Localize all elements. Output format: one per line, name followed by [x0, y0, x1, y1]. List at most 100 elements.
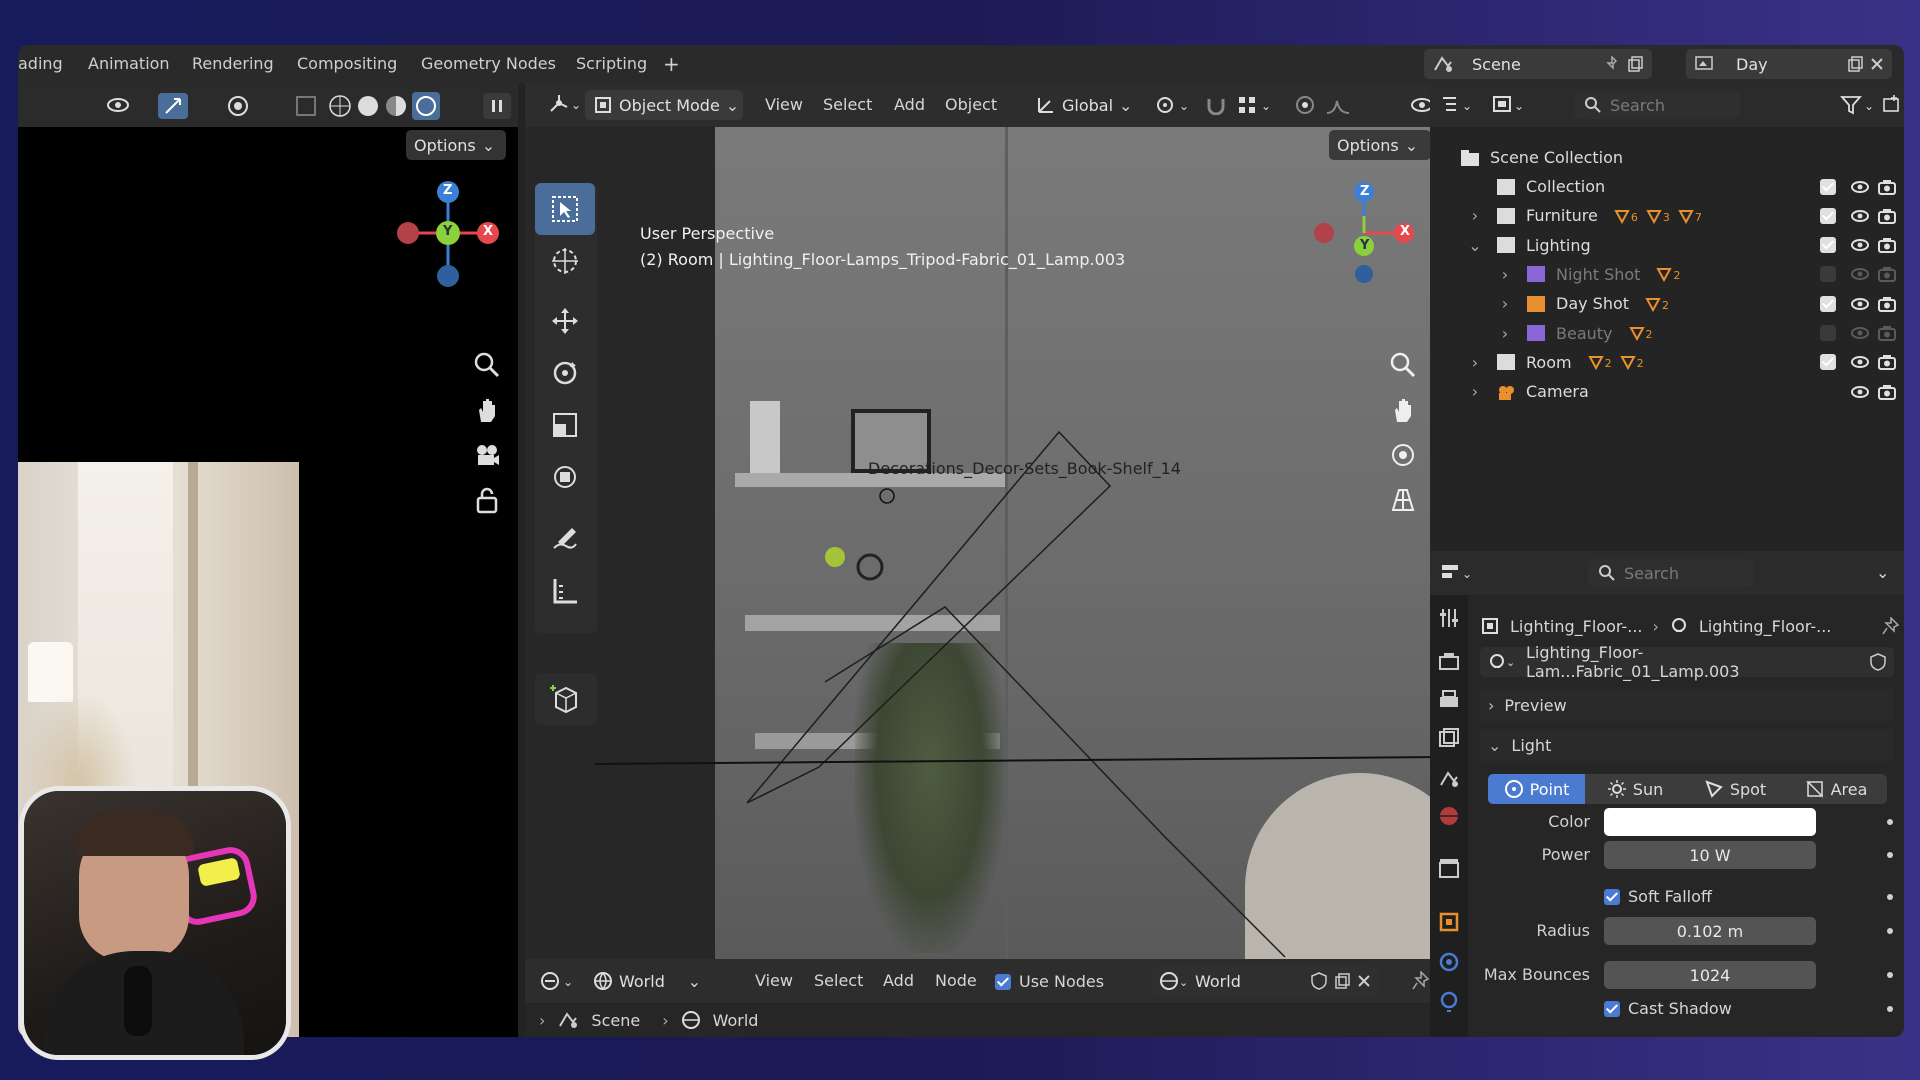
eye-hidden-icon[interactable]	[1850, 266, 1870, 282]
properties-search-input[interactable]: Search	[1588, 559, 1754, 587]
exclude-checkbox[interactable]	[1820, 354, 1836, 371]
outliner-row-night-shot[interactable]: › Night Shot 2	[1430, 260, 1904, 289]
expand-chevron-icon[interactable]: ⌄	[1466, 236, 1484, 255]
menu-view[interactable]: View	[755, 971, 793, 990]
main-viewport[interactable]: ⌄ Object Mode ⌄ View Select Add Object G…	[525, 83, 1475, 963]
menu-view[interactable]: View	[765, 95, 803, 114]
collapse-chevron-icon[interactable]: ›	[1496, 324, 1514, 343]
menu-node[interactable]: Node	[935, 971, 977, 990]
breadcrumb-light-data[interactable]: Lighting_Floor-...	[1699, 617, 1831, 636]
eye-icon[interactable]	[1850, 384, 1870, 400]
outliner-row-camera[interactable]: › Camera	[1430, 377, 1904, 406]
child-count-badge[interactable]: 2	[1656, 266, 1680, 283]
select-box-tool[interactable]	[535, 183, 595, 235]
collection-tab-icon[interactable]	[1438, 857, 1460, 879]
orbit-icon[interactable]	[1389, 441, 1417, 469]
radius-field[interactable]: 0.102 m	[1604, 917, 1816, 945]
keyframe-dot-icon[interactable]	[1887, 972, 1893, 978]
editor-type-icon[interactable]: ⌄	[1440, 94, 1480, 116]
eye-icon[interactable]	[1850, 179, 1870, 195]
lock-icon[interactable]	[475, 486, 499, 514]
preview-panel-header[interactable]: › Preview	[1480, 689, 1894, 721]
tab-rendering[interactable]: Rendering	[192, 45, 274, 83]
render-camera-icon[interactable]	[1878, 325, 1896, 341]
breadcrumb-scene[interactable]: Scene	[591, 1011, 640, 1030]
new-scene-icon[interactable]	[1626, 55, 1644, 73]
left-options-dropdown[interactable]: Options ⌄	[406, 130, 506, 160]
snap-icon[interactable]	[1205, 95, 1227, 115]
light-type-point[interactable]: Point	[1488, 774, 1585, 804]
xray-icon[interactable]	[294, 94, 318, 118]
render-camera-icon[interactable]	[1878, 208, 1896, 224]
child-count-badge[interactable]: 2	[1619, 354, 1644, 371]
power-field[interactable]: 10 W	[1604, 841, 1816, 869]
menu-add[interactable]: Add	[883, 971, 914, 990]
rotate-tool[interactable]	[535, 347, 595, 399]
outliner-row-beauty[interactable]: › Beauty 2	[1430, 319, 1904, 348]
shading-wireframe-icon[interactable]	[328, 94, 352, 118]
eye-icon[interactable]	[1850, 208, 1870, 224]
pan-hand-icon[interactable]	[1389, 396, 1417, 424]
visibility-icon[interactable]	[106, 94, 134, 116]
scene-selector[interactable]: Scene	[1424, 49, 1652, 79]
outliner-search-input[interactable]: Search	[1574, 91, 1740, 119]
shader-type-dropdown[interactable]: World ⌄	[585, 966, 709, 996]
use-nodes-checkbox[interactable]	[995, 973, 1011, 990]
eye-hidden-icon[interactable]	[1850, 325, 1870, 341]
chevron-down-icon[interactable]: ⌄	[1876, 563, 1889, 582]
scene-collection-row[interactable]: Scene Collection	[1430, 143, 1904, 172]
fake-user-shield-icon[interactable]	[1870, 653, 1886, 671]
display-mode-icon[interactable]: ⌄	[1492, 94, 1532, 116]
view-layer-tab-icon[interactable]	[1438, 727, 1460, 749]
pan-hand-icon[interactable]	[473, 396, 501, 424]
collapse-chevron-icon[interactable]: ›	[1466, 382, 1484, 401]
move-tool[interactable]	[535, 295, 595, 347]
light-datablock-selector[interactable]: ⌄ Lighting_Floor-Lam...Fabric_01_Lamp.00…	[1480, 643, 1894, 681]
tab-scripting[interactable]: Scripting	[576, 45, 647, 83]
new-collection-icon[interactable]	[1882, 94, 1902, 114]
proportional-editing-icon[interactable]	[1295, 95, 1315, 115]
new-view-layer-icon[interactable]	[1846, 55, 1864, 73]
exclude-checkbox[interactable]	[1820, 325, 1836, 341]
world-tab-icon[interactable]	[1438, 805, 1460, 827]
cursor-tool[interactable]	[535, 235, 595, 287]
light-type-sun[interactable]: Sun	[1585, 774, 1685, 804]
render-camera-icon[interactable]	[1878, 354, 1896, 371]
render-camera-icon[interactable]	[1878, 296, 1896, 312]
keyframe-dot-icon[interactable]	[1887, 852, 1893, 858]
outliner-row-lighting[interactable]: ⌄ Lighting	[1430, 231, 1904, 260]
collapse-chevron-icon[interactable]: ›	[1466, 206, 1484, 225]
keyframe-dot-icon[interactable]	[1887, 894, 1893, 900]
eye-icon[interactable]	[1850, 296, 1870, 312]
viewport-options-dropdown[interactable]: Options ⌄	[1329, 130, 1431, 160]
tool-settings-tab-icon[interactable]	[1438, 607, 1460, 629]
pin-icon[interactable]	[1411, 971, 1431, 991]
pause-render-icon[interactable]	[483, 93, 511, 119]
soft-falloff-checkbox[interactable]	[1604, 888, 1620, 905]
zoom-icon[interactable]	[1389, 351, 1417, 379]
menu-add[interactable]: Add	[894, 95, 925, 114]
outliner-row-room[interactable]: › Room 2 2	[1430, 348, 1904, 377]
soft-falloff-toggle[interactable]: Soft Falloff	[1604, 887, 1712, 906]
collapse-chevron-icon[interactable]: ›	[1496, 294, 1514, 313]
light-object-icon[interactable]	[815, 537, 895, 597]
exclude-checkbox[interactable]	[1820, 266, 1836, 283]
use-nodes-toggle[interactable]: Use Nodes	[995, 972, 1104, 991]
physics-tab-icon[interactable]	[1438, 951, 1460, 973]
color-swatch[interactable]	[1604, 808, 1816, 836]
keyframe-dot-icon[interactable]	[1887, 928, 1893, 934]
scene-tab-icon[interactable]	[1438, 767, 1460, 789]
camera-view-icon[interactable]	[473, 441, 501, 469]
annotate-tool[interactable]	[535, 513, 595, 565]
light-data-tab-icon[interactable]	[1438, 991, 1460, 1013]
max-bounces-field[interactable]: 1024	[1604, 961, 1816, 989]
pin-icon[interactable]	[1604, 56, 1620, 72]
fake-user-shield-icon[interactable]	[1311, 972, 1327, 990]
tab-geometry-nodes[interactable]: Geometry Nodes	[421, 45, 556, 83]
perspective-grid-icon[interactable]	[1389, 486, 1417, 514]
render-camera-icon[interactable]	[1878, 237, 1896, 254]
filter-icon[interactable]: ⌄	[1840, 94, 1876, 116]
outliner-row-collection[interactable]: Collection	[1430, 172, 1904, 201]
cast-shadow-toggle[interactable]: Cast Shadow	[1604, 999, 1732, 1018]
child-count-badge[interactable]: 7	[1678, 208, 1702, 224]
